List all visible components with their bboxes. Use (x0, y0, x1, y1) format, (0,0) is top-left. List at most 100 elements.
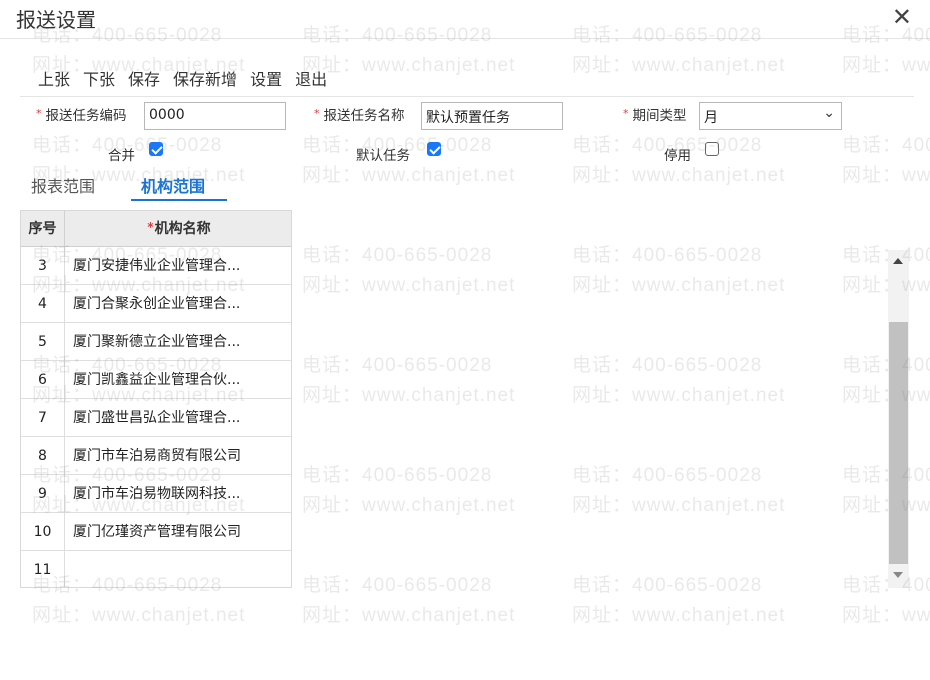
row-org-name[interactable] (73, 551, 285, 587)
watermark-phone: 电话：400-665-0028 (842, 355, 930, 376)
active-tab-indicator (131, 199, 227, 201)
merge-checkbox[interactable] (149, 142, 163, 156)
scroll-down-arrow-icon[interactable] (893, 572, 903, 578)
watermark-phone: 电话：400-665-0028 (572, 245, 763, 266)
watermark-phone: 电话：400-665-0028 (842, 25, 930, 46)
period-type-label: * 期间类型 (623, 107, 687, 124)
default-task-checkbox[interactable] (427, 142, 441, 156)
watermark-phone: 电话：400-665-0028 (572, 355, 763, 376)
prev-button[interactable]: 上张 (38, 66, 70, 90)
watermark-phone: 电话：400-665-0028 (842, 135, 930, 156)
table-row[interactable]: 5 厦门聚新德立企业管理合... (21, 323, 291, 361)
watermark-site: 网址：www.chanjet.net (302, 165, 516, 186)
required-mark: * (623, 107, 629, 120)
title-divider (0, 38, 930, 39)
row-seq: 7 (21, 399, 65, 437)
watermark-phone: 电话：400-665-0028 (302, 465, 493, 486)
watermark-site: 网址：www.chanjet.net (302, 605, 516, 626)
watermark-phone: 电话：400-665-0028 (572, 465, 763, 486)
exit-button[interactable]: 退出 (295, 66, 327, 90)
watermark-site: 网址：www.chanjet.net (302, 275, 516, 296)
row-org-name[interactable]: 厦门合聚永创企业管理合... (73, 285, 285, 323)
row-seq: 10 (21, 513, 65, 551)
watermark-phone: 电话：400-665-0028 (842, 245, 930, 266)
period-type-select[interactable]: 月 ⌄ (699, 102, 842, 130)
row-org-name[interactable]: 厦门市车泊易物联网科技... (73, 475, 285, 513)
required-mark: * (36, 107, 42, 120)
toolbar-divider (20, 96, 914, 97)
watermark-phone: 电话：400-665-0028 (302, 245, 493, 266)
report-settings-dialog: 报送设置 ✕ 上张 下张 保存 保存新增 设置 退出 * 报送任务编码 0000 … (0, 0, 930, 680)
watermark-phone: 电话：400-665-0028 (572, 25, 763, 46)
scrollbar-thumb[interactable] (889, 322, 908, 564)
vertical-scrollbar[interactable] (888, 250, 909, 588)
watermark-site: 网址：www.chanjet.net (842, 55, 930, 76)
row-org-name[interactable]: 厦门亿瑾资产管理有限公司 (73, 513, 285, 551)
default-task-label: 默认任务 (356, 148, 410, 164)
table-row[interactable]: 9 厦门市车泊易物联网科技... (21, 475, 291, 513)
task-code-input[interactable]: 0000 (144, 102, 286, 130)
watermark-phone: 电话：400-665-0028 (572, 575, 763, 596)
next-button[interactable]: 下张 (83, 66, 115, 90)
close-icon[interactable]: ✕ (892, 3, 912, 31)
col-seq-header: 序号 (21, 211, 65, 247)
table-row[interactable]: 7 厦门盛世昌弘企业管理合... (21, 399, 291, 437)
table-row[interactable]: 3 厦门安捷伟业企业管理合... (21, 247, 291, 285)
task-code-label: * 报送任务编码 (36, 107, 127, 124)
table-row[interactable]: 4 厦门合聚永创企业管理合... (21, 285, 291, 323)
watermark-site: 网址：www.chanjet.net (302, 55, 516, 76)
task-name-input[interactable]: 默认预置任务 (421, 102, 563, 130)
watermark-phone: 电话：400-665-0028 (302, 25, 493, 46)
row-seq: 6 (21, 361, 65, 399)
required-mark: * (147, 220, 154, 234)
chevron-down-icon: ⌄ (823, 105, 835, 121)
watermark-site: 网址：www.chanjet.net (32, 605, 246, 626)
watermark-site: 网址：www.chanjet.net (842, 275, 930, 296)
watermark-phone: 电话：400-665-0028 (302, 355, 493, 376)
row-seq: 5 (21, 323, 65, 361)
row-org-name[interactable]: 厦门盛世昌弘企业管理合... (73, 399, 285, 437)
watermark-site: 网址：www.chanjet.net (842, 495, 930, 516)
row-org-name[interactable]: 厦门安捷伟业企业管理合... (73, 247, 285, 285)
watermark-site: 网址：www.chanjet.net (302, 495, 516, 516)
task-name-label: * 报送任务名称 (314, 107, 405, 124)
row-org-name[interactable]: 厦门聚新德立企业管理合... (73, 323, 285, 361)
watermark-site: 网址：www.chanjet.net (302, 385, 516, 406)
watermark-site: 网址：www.chanjet.net (572, 385, 786, 406)
merge-label: 合并 (108, 148, 135, 164)
row-org-name[interactable]: 厦门凯鑫益企业管理合伙... (73, 361, 285, 399)
row-seq: 4 (21, 285, 65, 323)
row-seq: 3 (21, 247, 65, 285)
required-mark: * (314, 107, 320, 120)
watermark-site: 网址：www.chanjet.net (842, 385, 930, 406)
table-row[interactable]: 11 (21, 551, 291, 587)
tab-report-scope[interactable]: 报表范围 (31, 173, 95, 197)
watermark-site: 网址：www.chanjet.net (572, 605, 786, 626)
row-seq: 9 (21, 475, 65, 513)
watermark-site: 网址：www.chanjet.net (842, 605, 930, 626)
col-org-header: *机构名称 (147, 220, 211, 237)
watermark-site: 网址：www.chanjet.net (572, 275, 786, 296)
watermark-phone: 电话：400-665-0028 (842, 465, 930, 486)
tab-org-scope[interactable]: 机构范围 (141, 173, 205, 197)
row-org-name[interactable]: 厦门市车泊易商贸有限公司 (73, 437, 285, 475)
watermark-phone: 电话：400-665-0028 (842, 575, 930, 596)
watermark-site: 网址：www.chanjet.net (572, 165, 786, 186)
grid-header: 序号 *机构名称 (21, 211, 291, 247)
org-grid: 序号 *机构名称 3 厦门安捷伟业企业管理合... 4 厦门合聚永创企业管理合...… (20, 210, 292, 588)
watermark-site: 网址：www.chanjet.net (572, 495, 786, 516)
table-row[interactable]: 6 厦门凯鑫益企业管理合伙... (21, 361, 291, 399)
settings-button[interactable]: 设置 (250, 66, 282, 90)
row-seq: 8 (21, 437, 65, 475)
row-seq: 11 (21, 551, 65, 587)
save-and-new-button[interactable]: 保存新增 (173, 66, 237, 90)
scroll-up-arrow-icon[interactable] (893, 258, 903, 264)
save-button[interactable]: 保存 (128, 66, 160, 90)
disabled-checkbox[interactable] (705, 142, 719, 156)
table-row[interactable]: 8 厦门市车泊易商贸有限公司 (21, 437, 291, 475)
watermark-site: 网址：www.chanjet.net (842, 165, 930, 186)
dialog-title: 报送设置 (16, 8, 96, 32)
watermark-phone: 电话：400-665-0028 (302, 575, 493, 596)
table-row[interactable]: 10 厦门亿瑾资产管理有限公司 (21, 513, 291, 551)
watermark-site: 网址：www.chanjet.net (572, 55, 786, 76)
